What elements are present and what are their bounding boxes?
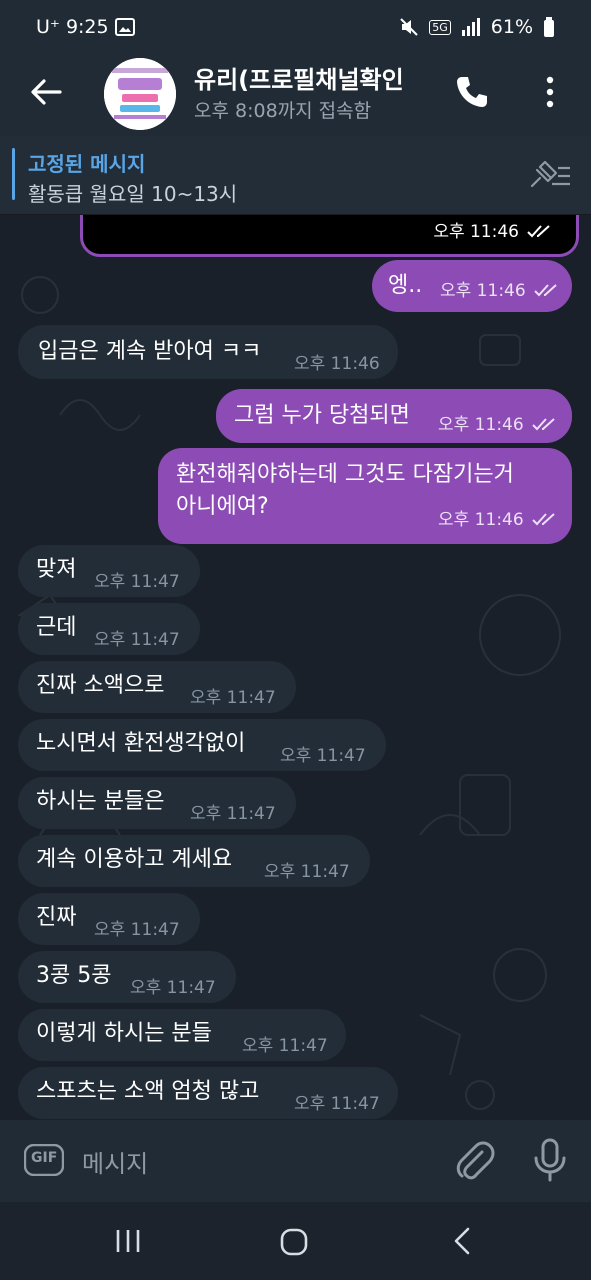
message-bubble-incoming[interactable]: 근데 오후 11:47 (18, 603, 200, 655)
pinned-message-bar[interactable]: 고정된 메시지 활동큽 월요일 10~13시 (0, 136, 591, 215)
gif-button[interactable]: GIF (23, 1143, 65, 1177)
carrier-label: U⁺ (36, 16, 60, 38)
chat-title[interactable]: 유리(프로필채널확인 (194, 60, 438, 95)
last-seen-status: 오후 8:08까지 접속함 (194, 100, 372, 122)
message-time: 오후 11:47 (94, 920, 180, 940)
clock: 9:25 (65, 16, 109, 38)
message-bubble-incoming[interactable]: 이렇게 하시는 분들 오후 11:47 (18, 1009, 346, 1061)
message-text: 계속 이용하고 계세요 (36, 847, 233, 872)
message-input[interactable]: 메시지 (82, 1144, 148, 1179)
message-bubble-outgoing[interactable]: 그럼 누가 당첨되면 오후 11:46 (216, 389, 572, 443)
message-text: 하시는 분들은 (36, 789, 165, 814)
double-check-icon (531, 513, 555, 526)
message-text: 스포츠는 소액 엄청 많고 (36, 1079, 260, 1104)
mute-icon (400, 18, 418, 36)
message-bubble-incoming[interactable]: 스포츠는 소액 엄청 많고 오후 11:47 (18, 1067, 398, 1119)
message-time: 오후 11:47 (242, 1036, 328, 1056)
message-text: 진짜 (36, 905, 77, 930)
avatar[interactable] (104, 58, 176, 130)
gif-label: GIF (31, 1150, 58, 1166)
message-time: 오후 11:46 (294, 354, 380, 374)
message-bubble-incoming[interactable]: 맞져 오후 11:47 (18, 545, 200, 597)
attach-paperclip-icon[interactable] (452, 1138, 496, 1182)
pinned-list-icon[interactable] (528, 160, 572, 190)
system-navigation-bar (0, 1202, 591, 1280)
back-arrow-icon[interactable] (26, 72, 66, 112)
message-time: 오후 11:46 (438, 510, 524, 530)
double-check-icon (527, 225, 550, 238)
pinned-indicator (12, 148, 15, 200)
message-text: 환전해줘야하는데 그것도 다잠기는거 (176, 462, 514, 487)
status-bar: U⁺ 9:25 5G 61% (0, 0, 591, 56)
message-text: 진짜 소액으로 (36, 673, 165, 698)
message-bubble-incoming[interactable]: 입금은 계속 받아여 ㅋㅋ 오후 11:46 (18, 325, 398, 379)
message-text-line2: 아니에여? (176, 494, 269, 519)
message-time: 오후 11:47 (130, 978, 216, 998)
message-text: 엥.. (388, 273, 423, 298)
message-bubble-incoming[interactable]: 하시는 분들은 오후 11:47 (18, 777, 296, 829)
message-bubble-outgoing[interactable]: 오후 11:46 (80, 215, 579, 257)
message-time: 오후 11:46 (433, 222, 519, 242)
home-icon[interactable] (280, 1228, 308, 1256)
message-bubble-incoming[interactable]: 3콩 5콩 오후 11:47 (18, 951, 236, 1003)
message-time: 오후 11:47 (280, 746, 366, 766)
message-text: 그럼 누가 당첨되면 (234, 403, 410, 428)
message-bubble-incoming[interactable]: 노시면서 환전생각없이 오후 11:47 (18, 719, 386, 771)
signal-icon (461, 18, 480, 36)
message-composer: GIF 메시지 (0, 1120, 591, 1202)
message-bubble-outgoing[interactable]: 환전해줘야하는데 그것도 다잠기는거 아니에여? 오후 11:46 (158, 448, 572, 544)
pinned-title: 고정된 메시지 (28, 152, 146, 176)
message-list[interactable]: 오후 11:46 엥.. 오후 11:46 입금은 계속 받아여 ㅋㅋ 오후 1… (0, 215, 591, 1120)
chat-header: 유리(프로필채널확인 오후 8:08까지 접속함 (0, 56, 591, 136)
network-badge: 5G (429, 19, 451, 35)
message-time: 오후 11:47 (190, 688, 276, 708)
message-time: 오후 11:47 (190, 804, 276, 824)
message-bubble-incoming[interactable]: 진짜 오후 11:47 (18, 893, 200, 945)
avatar-logo-image (104, 58, 176, 130)
message-text: 입금은 계속 받아여 ㅋㅋ (38, 339, 262, 364)
double-check-icon (533, 284, 557, 297)
message-text: 3콩 5콩 (36, 963, 112, 988)
double-check-icon (531, 418, 555, 431)
message-time: 오후 11:47 (264, 862, 350, 882)
message-text: 근데 (36, 615, 77, 640)
message-bubble-incoming[interactable]: 계속 이용하고 계세요 오후 11:47 (18, 835, 370, 887)
phone-call-icon[interactable] (454, 74, 490, 110)
gallery-icon (114, 18, 135, 36)
message-text: 이렇게 하시는 분들 (36, 1021, 212, 1046)
message-time: 오후 11:47 (94, 572, 180, 592)
message-text: 노시면서 환전생각없이 (36, 731, 246, 756)
message-bubble-incoming[interactable]: 진짜 소액으로 오후 11:47 (18, 661, 296, 713)
message-time: 오후 11:47 (294, 1094, 380, 1114)
message-bubble-outgoing[interactable]: 엥.. 오후 11:46 (372, 260, 572, 312)
more-options-icon[interactable] (540, 74, 560, 110)
pinned-text: 활동큽 월요일 10~13시 (28, 182, 238, 206)
message-time: 오후 11:46 (438, 415, 524, 435)
message-time: 오후 11:46 (440, 281, 526, 301)
nav-back-icon[interactable] (448, 1226, 476, 1256)
message-time: 오후 11:47 (94, 630, 180, 650)
microphone-icon[interactable] (530, 1138, 570, 1182)
message-text: 맞져 (36, 557, 77, 582)
recent-apps-icon[interactable] (112, 1228, 144, 1254)
battery-icon (544, 17, 554, 37)
battery-percent: 61% (490, 16, 533, 38)
